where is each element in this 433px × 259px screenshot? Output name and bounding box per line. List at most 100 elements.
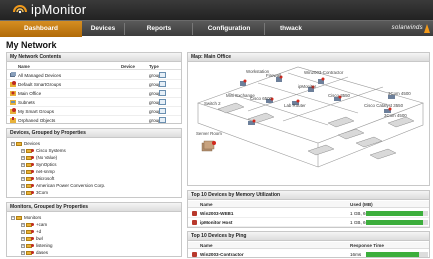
row-name[interactable]: All Managed Devices xyxy=(18,73,61,78)
row-name[interactable]: Orphaned Objects xyxy=(18,118,55,123)
expand-icon[interactable]: + xyxy=(21,190,25,195)
office-map[interactable]: Workstation Firewall Win2003-Contractor … xyxy=(188,63,429,185)
ping-panel: Top 10 Devices by Ping Name Response Tim… xyxy=(187,231,430,258)
expand-icon[interactable]: + xyxy=(21,169,25,174)
ping-bar-fill xyxy=(366,252,419,257)
col-device: Device xyxy=(121,64,135,69)
solarwinds-brand: solarwinds xyxy=(391,25,423,31)
memory-bar-fill xyxy=(366,220,424,225)
devices-props-panel: Devices, Grouped by Properties − Devices … xyxy=(6,128,182,198)
chart-icon[interactable] xyxy=(159,81,166,87)
collapse-icon[interactable]: − xyxy=(11,141,15,146)
tree-item[interactable]: +3Com xyxy=(21,190,48,196)
contents-row[interactable]: All Managed Devices group xyxy=(7,71,181,80)
memory-row[interactable]: Win2003-WEB1 1 GB, 66.08 MB xyxy=(188,209,429,218)
tab-thwack[interactable]: thwack xyxy=(266,21,316,37)
expand-icon[interactable]: + xyxy=(21,243,25,248)
status-dot-icon xyxy=(31,223,34,227)
row-name[interactable]: Default SmartGroups xyxy=(18,82,61,87)
orphan-icon xyxy=(10,117,16,123)
expand-icon[interactable]: + xyxy=(21,229,25,234)
expand-icon[interactable]: + xyxy=(21,155,25,160)
contents-row[interactable]: My Smart Groups group xyxy=(7,107,181,116)
map-label[interactable]: Win2003-Contractor xyxy=(304,70,343,75)
status-dot-icon xyxy=(31,230,34,234)
row-name[interactable]: Main Office xyxy=(18,91,41,96)
office-icon xyxy=(10,91,16,96)
status-dot-icon xyxy=(31,149,34,153)
expand-icon[interactable]: + xyxy=(21,176,25,181)
expand-icon[interactable]: + xyxy=(21,162,25,167)
row-name[interactable]: Subnets xyxy=(18,100,35,105)
tree-item[interactable]: + listening xyxy=(21,243,53,249)
map-label[interactable]: ipMonitor xyxy=(298,84,316,89)
tab-dashboard[interactable]: Dashboard xyxy=(0,21,82,37)
folder-icon xyxy=(16,141,22,146)
contents-row[interactable]: Default SmartGroups group xyxy=(7,80,181,89)
expand-icon[interactable]: + xyxy=(21,236,25,241)
contents-row[interactable]: Subnets group xyxy=(7,98,181,107)
tree-item[interactable]: + +cam xyxy=(21,222,47,228)
map-label[interactable]: Firewall xyxy=(266,73,281,78)
tab-reports[interactable]: Reports xyxy=(130,21,188,37)
device-name[interactable]: Win2003-WEB1 xyxy=(200,211,233,216)
chart-icon[interactable] xyxy=(159,117,166,123)
memory-row[interactable]: ipMonitor Host 1 GB, 66.08 MB xyxy=(188,218,429,227)
chart-icon[interactable] xyxy=(159,99,166,105)
status-dot-icon xyxy=(31,244,34,248)
tree-item[interactable]: + Microsoft xyxy=(21,176,54,182)
panel-title: Top 10 Devices by Ping xyxy=(188,232,429,241)
tree-item[interactable]: + net-snmp xyxy=(21,169,55,175)
tab-devices[interactable]: Devices xyxy=(82,21,124,37)
chart-icon[interactable] xyxy=(159,72,166,78)
tree-item[interactable]: + dases xyxy=(21,250,48,256)
folder-icon xyxy=(16,215,22,220)
solarwinds-flame-icon xyxy=(424,24,430,33)
collapse-icon[interactable]: − xyxy=(11,215,15,220)
expand-icon[interactable]: + xyxy=(21,183,25,188)
map-label[interactable]: Lab Router xyxy=(284,103,306,108)
devices-icon xyxy=(10,72,16,77)
expand-icon[interactable]: + xyxy=(21,222,25,227)
device-name[interactable]: Win2003-Contractor xyxy=(200,252,244,257)
map-label[interactable]: Server Room xyxy=(196,131,222,136)
tree-item[interactable]: + +d xyxy=(21,229,41,235)
col-name: Name xyxy=(200,202,213,207)
server-icon xyxy=(192,220,197,225)
map-label[interactable]: Cisco Catalyst 3550 xyxy=(364,103,403,108)
col-type: Type xyxy=(149,64,159,69)
expand-icon[interactable]: + xyxy=(21,148,25,153)
tree-item[interactable]: + SynOptics xyxy=(21,162,57,168)
status-dot-icon xyxy=(31,177,34,181)
tree-root[interactable]: − Monitors xyxy=(11,215,41,221)
panel-title: Monitors, Grouped by Properties xyxy=(7,203,181,212)
app-title: ipMonitor xyxy=(31,2,87,17)
map-label[interactable]: Cisco 6500 xyxy=(250,96,272,101)
status-dot-icon xyxy=(31,251,34,255)
ipmonitor-logo-icon xyxy=(13,5,27,14)
map-label[interactable]: 3Com 4500 xyxy=(388,91,411,96)
tree-item[interactable]: + (No Value) xyxy=(21,155,57,161)
tree-item[interactable]: + bwl xyxy=(21,236,43,242)
tab-configuration[interactable]: Configuration xyxy=(194,21,264,37)
memory-table-header: Name Used (MB) xyxy=(188,201,429,208)
row-name[interactable]: My Smart Groups xyxy=(18,109,54,114)
page-title: My Network xyxy=(6,40,57,50)
expand-icon[interactable]: + xyxy=(21,250,25,255)
map-label[interactable]: Cisco 3550 xyxy=(328,93,350,98)
map-label[interactable]: Switch 2 xyxy=(204,101,221,106)
tree-root[interactable]: − Devices xyxy=(11,141,40,147)
top-header: ipMonitor xyxy=(0,0,433,20)
col-used: Used (MB) xyxy=(350,202,373,207)
tree-item[interactable]: + Cisco Systems xyxy=(21,148,66,154)
ping-row[interactable]: Win2003-Contractor 16ms xyxy=(188,250,429,257)
network-contents-panel: My Network Contents Name Device Type All… xyxy=(6,52,182,124)
contents-table-header: Name Device Type xyxy=(7,63,181,70)
chart-icon[interactable] xyxy=(159,108,166,114)
contents-row[interactable]: Main Office group xyxy=(7,89,181,98)
chart-icon[interactable] xyxy=(159,90,166,96)
tree-item[interactable]: + American Power Conversion Corp. xyxy=(21,183,105,189)
contents-row[interactable]: Orphaned Objects group xyxy=(7,116,181,123)
map-label[interactable]: 3Com 4500 xyxy=(384,113,407,118)
device-name[interactable]: ipMonitor Host xyxy=(200,220,232,225)
